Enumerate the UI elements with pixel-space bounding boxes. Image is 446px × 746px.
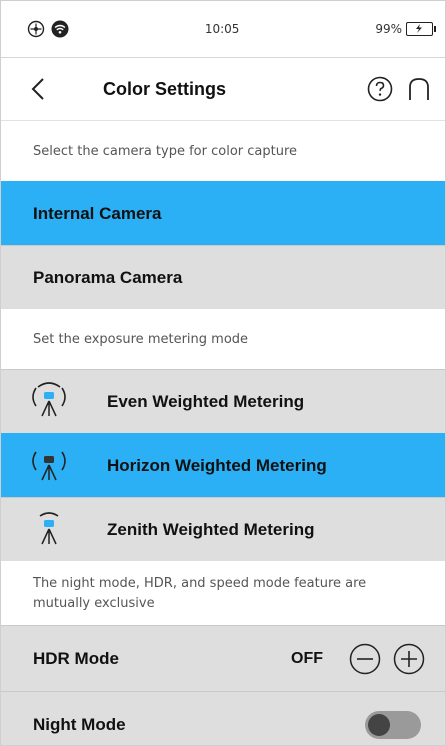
option-label: Zenith Weighted Metering xyxy=(107,519,315,539)
help-icon[interactable] xyxy=(367,76,393,102)
hdr-mode-value: OFF xyxy=(291,649,323,667)
option-label: Panorama Camera xyxy=(33,267,183,287)
battery-indicator: 99% xyxy=(375,22,436,36)
night-mode-row: Night Mode xyxy=(1,691,445,745)
even-weighted-metering-option[interactable]: Even Weighted Metering xyxy=(1,369,445,433)
zenith-metering-icon xyxy=(39,511,59,544)
internal-camera-option[interactable]: Internal Camera xyxy=(1,181,445,245)
home-icon[interactable] xyxy=(407,76,431,102)
header-actions xyxy=(367,76,431,102)
hdr-mode-row: HDR Mode OFF xyxy=(1,625,445,691)
option-label: Horizon Weighted Metering xyxy=(107,455,327,475)
increase-button[interactable] xyxy=(393,643,425,675)
gps-icon xyxy=(27,20,45,38)
night-mode-toggle[interactable] xyxy=(365,710,421,739)
horizon-weighted-metering-option[interactable]: Horizon Weighted Metering xyxy=(1,433,445,497)
page-title: Color Settings xyxy=(103,78,227,99)
option-label: Even Weighted Metering xyxy=(107,391,305,411)
status-time: 10:05 xyxy=(204,22,240,36)
battery-icon xyxy=(405,22,436,36)
decrease-button[interactable] xyxy=(349,643,381,675)
camera-type-caption: Select the camera type for color capture xyxy=(1,121,445,181)
zenith-weighted-metering-option[interactable]: Zenith Weighted Metering xyxy=(1,497,445,561)
metering-caption: Set the exposure metering mode xyxy=(1,309,445,369)
horizon-metering-icon xyxy=(32,451,66,480)
toggle-knob xyxy=(368,713,390,736)
phone-screen: 10:05 99% Color Settings Select the came… xyxy=(0,0,446,746)
status-icons xyxy=(27,20,69,38)
option-label: Internal Camera xyxy=(33,203,162,223)
wifi-icon xyxy=(51,20,69,38)
status-bar: 10:05 99% xyxy=(1,1,445,58)
battery-percent: 99% xyxy=(375,22,402,36)
hdr-mode-label: HDR Mode xyxy=(33,648,119,668)
night-mode-label: Night Mode xyxy=(33,714,126,734)
mode-exclusivity-caption: The night mode, HDR, and speed mode feat… xyxy=(1,561,445,625)
back-button[interactable] xyxy=(31,77,45,101)
hdr-stepper xyxy=(349,643,425,675)
panorama-camera-option[interactable]: Panorama Camera xyxy=(1,245,445,309)
page-header: Color Settings xyxy=(1,58,445,121)
even-metering-icon xyxy=(32,381,66,416)
